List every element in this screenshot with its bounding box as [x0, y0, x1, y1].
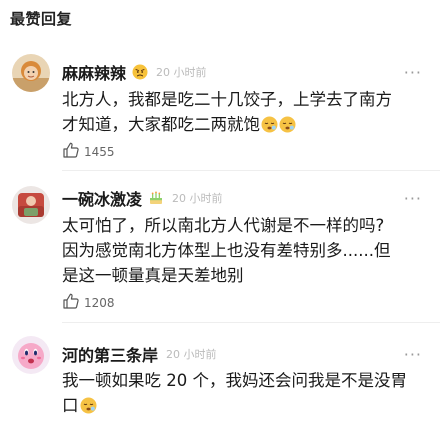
comment-line: 因为感觉南北方体型上也没有差特别多......但: [62, 241, 391, 260]
sleepy-face-icon: [279, 115, 296, 133]
timestamp: 20 小时前: [166, 348, 217, 361]
cake-icon: [148, 190, 164, 206]
comment-body: 我一顿如果吃 20 个，我妈还会问我是不是没胃 口: [62, 368, 417, 418]
avatar[interactable]: [12, 186, 50, 224]
comment-header: 一碗冰激凌 20 小时前: [62, 186, 223, 210]
comment-header: 麻麻辣辣 20 小时前: [62, 60, 207, 84]
like-button[interactable]: 1455: [62, 141, 115, 163]
thumbs-up-icon: [62, 292, 80, 314]
thumbs-up-icon: [62, 141, 80, 163]
section-title: 最赞回复: [10, 10, 73, 28]
comment-line: 我一顿如果吃 20 个，我妈还会问我是不是没胃: [62, 371, 407, 390]
username[interactable]: 麻麻辣辣: [62, 60, 126, 84]
comment-line: 太可怕了，所以南北方人代谢是不一样的吗?: [62, 216, 385, 235]
like-count: 1455: [84, 145, 115, 159]
comment-line-with-emoji: 才知道，大家都吃二两就饱: [62, 112, 417, 137]
like-count: 1208: [84, 296, 115, 310]
comments-panel: 最赞回复 麻麻辣辣 20 小时前 ··· 北方人，我都是吃二十几饺子，上学去了南…: [0, 0, 440, 420]
comment-line-with-emoji: 口: [62, 393, 417, 418]
more-options-icon[interactable]: ···: [404, 347, 422, 363]
more-options-icon[interactable]: ···: [404, 65, 422, 81]
username[interactable]: 一碗冰激凌: [62, 186, 142, 210]
avatar-image: [12, 54, 50, 92]
timestamp: 20 小时前: [156, 66, 207, 79]
timestamp: 20 小时前: [172, 192, 223, 205]
divider: [62, 170, 440, 171]
comment-line: 北方人，我都是吃二十几饺子，上学去了南方: [62, 90, 392, 109]
username[interactable]: 河的第三条岸: [62, 342, 158, 366]
sleepy-face-icon: [261, 115, 278, 133]
avatar-image: [12, 186, 50, 224]
more-options-icon[interactable]: ···: [404, 191, 422, 207]
avatar[interactable]: [12, 336, 50, 374]
like-button[interactable]: 1208: [62, 292, 115, 314]
comment-line: 才知道，大家都吃二两就饱: [62, 115, 260, 134]
comment-header: 河的第三条岸 20 小时前: [62, 342, 217, 366]
avatar-image: [12, 336, 50, 374]
comment-line: 口: [62, 396, 79, 415]
comment-body: 北方人，我都是吃二十几饺子，上学去了南方 才知道，大家都吃二两就饱: [62, 87, 417, 137]
comment-line: 是这一顿量真是天差地别: [62, 266, 244, 285]
sleepy-face-icon: [80, 396, 97, 414]
comment-body: 太可怕了，所以南北方人代谢是不一样的吗? 因为感觉南北方体型上也没有差特别多..…: [62, 213, 417, 288]
angry-face-icon: [132, 64, 148, 80]
avatar[interactable]: [12, 54, 50, 92]
divider: [62, 322, 440, 323]
